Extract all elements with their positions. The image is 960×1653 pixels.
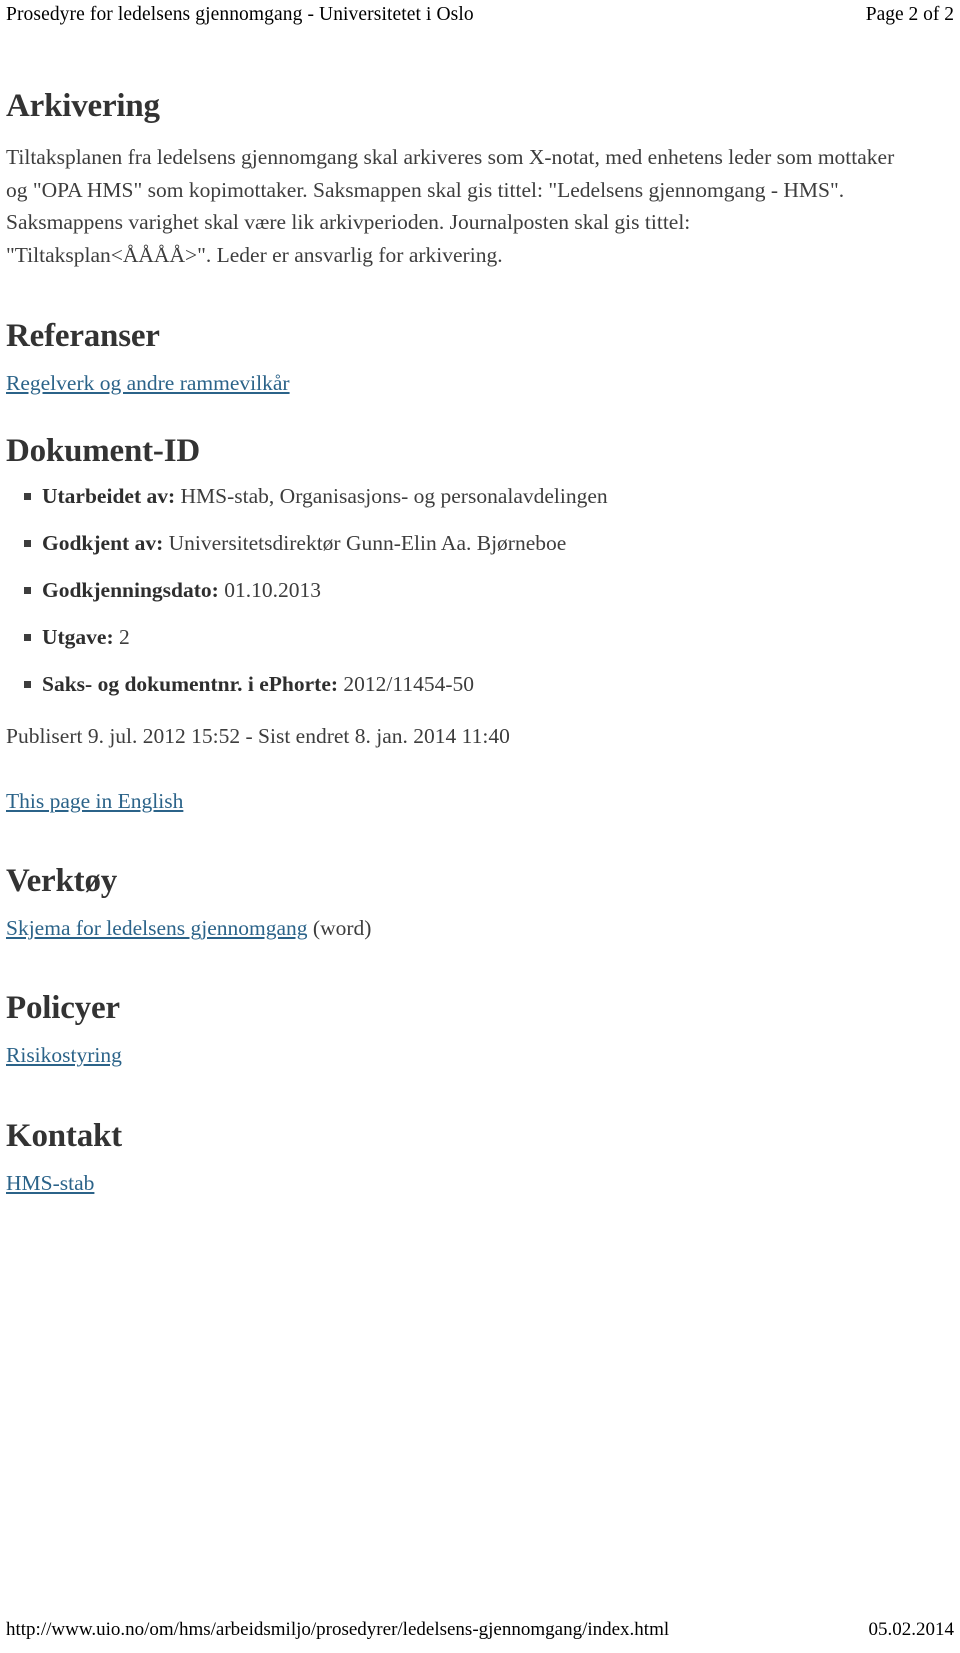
link-hms-stab[interactable]: HMS-stab <box>6 1171 94 1195</box>
list-item: Utarbeidet av: HMS-stab, Organisasjons- … <box>6 482 906 511</box>
running-header-title: Prosedyre for ledelsens gjennomgang - Un… <box>6 4 474 25</box>
heading-verktoy: Verktøy <box>6 863 118 900</box>
heading-policyer: Policyer <box>6 990 120 1027</box>
list-item-value: HMS-stab, Organisasjons- og personalavde… <box>180 483 608 508</box>
referanser-link-line: Regelverk og andre rammevilkår <box>6 367 906 399</box>
published-modified-line: Publisert 9. jul. 2012 15:52 - Sist endr… <box>6 723 510 748</box>
list-item-label: Saks- og dokumentnr. i ePhorte: <box>42 671 339 696</box>
square-bullet-icon <box>24 492 31 500</box>
list-item: Godkjent av: Universitetsdirektør Gunn-E… <box>6 529 906 558</box>
paragraph-arkivering: Tiltaksplanen fra ledelsens gjennomgang … <box>6 144 895 267</box>
page-running-header: Prosedyre for ledelsens gjennomgang - Un… <box>0 0 960 38</box>
square-bullet-icon <box>24 539 31 547</box>
list-item-label: Godkjenningsdato: <box>42 577 219 602</box>
policyer-link-line: Risikostyring <box>6 1039 906 1071</box>
list-item-value: Universitetsdirektør Gunn-Elin Aa. Bjørn… <box>168 530 567 555</box>
link-skjema-for-ledelsens-gjennomgang[interactable]: Skjema for ledelsens gjennomgang <box>6 916 308 940</box>
list-item-value: 01.10.2013 <box>224 577 321 602</box>
verktoy-link-line: Skjema for ledelsens gjennomgang (word) <box>6 912 906 944</box>
square-bullet-icon <box>24 680 31 688</box>
verktoy-link-suffix: (word) <box>307 916 372 941</box>
page-running-footer: http://www.uio.no/om/hms/arbeidsmiljo/pr… <box>0 1619 960 1641</box>
link-risikostyring[interactable]: Risikostyring <box>6 1043 122 1067</box>
list-item-value: 2012/11454-50 <box>343 671 475 696</box>
list-item: Godkjenningsdato: 01.10.2013 <box>6 576 906 605</box>
page-number-indicator: Page 2 of 2 <box>865 4 954 25</box>
heading-referanser: Referanser <box>6 317 160 354</box>
list-item-value: 2 <box>119 624 130 649</box>
footer-source-url: http://www.uio.no/om/hms/arbeidsmiljo/pr… <box>6 1619 670 1640</box>
list-item-label: Utgave: <box>42 624 114 649</box>
link-regelverk-og-andre-rammevilkar[interactable]: Regelverk og andre rammevilkår <box>6 371 290 395</box>
square-bullet-icon <box>24 586 31 594</box>
heading-kontakt: Kontakt <box>6 1117 122 1154</box>
footer-print-date: 05.02.2014 <box>868 1619 955 1640</box>
list-item-label: Godkjent av: <box>42 530 164 555</box>
list-item-label: Utarbeidet av: <box>42 483 176 508</box>
heading-arkivering: Arkivering <box>6 88 160 124</box>
document-content: Arkivering Tiltaksplanen fra ledelsens g… <box>6 88 906 1199</box>
dokument-id-list: Utarbeidet av: HMS-stab, Organisasjons- … <box>6 482 906 699</box>
list-item: Saks- og dokumentnr. i ePhorte: 2012/114… <box>6 670 906 699</box>
list-item: Utgave: 2 <box>6 623 906 652</box>
english-link-line: This page in English <box>6 785 906 817</box>
heading-dokument-id: Dokument-ID <box>6 432 200 469</box>
link-this-page-in-english[interactable]: This page in English <box>6 789 183 813</box>
square-bullet-icon <box>24 633 31 641</box>
kontakt-link-line: HMS-stab <box>6 1167 906 1199</box>
